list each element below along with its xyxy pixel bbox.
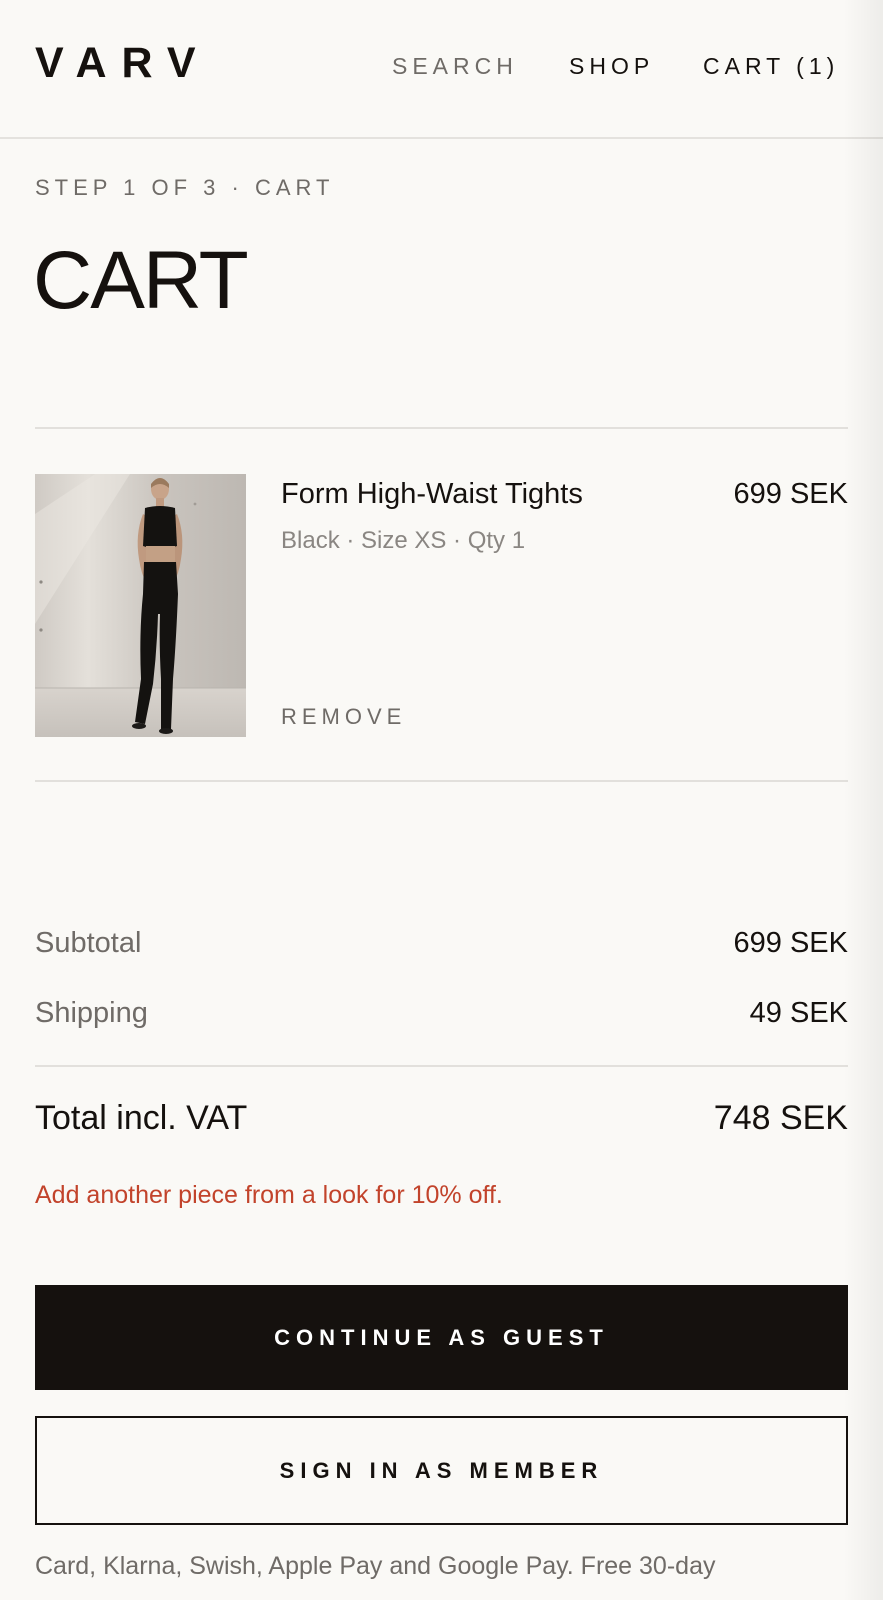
- divider: [35, 427, 848, 429]
- product-image[interactable]: [35, 474, 246, 737]
- nav-cart-link[interactable]: CART (1): [703, 55, 839, 78]
- edge-shadow: [843, 0, 883, 1600]
- cart-item-details: Black · Size XS · Qty 1: [281, 527, 526, 554]
- subtotal-label: Subtotal: [35, 927, 142, 959]
- nav-shop-link[interactable]: SHOP: [569, 55, 654, 78]
- checkout-step-indicator: STEP 1 OF 3 · CART: [35, 175, 335, 200]
- brand-logo[interactable]: VARV: [35, 42, 211, 85]
- cart-item-name[interactable]: Form High-Waist Tights: [281, 478, 583, 511]
- continue-as-guest-button[interactable]: CONTINUE AS GUEST: [35, 1285, 848, 1390]
- subtotal-value: 699 SEK: [733, 927, 848, 959]
- divider: [35, 1065, 848, 1067]
- promo-message: Add another piece from a look for 10% of…: [35, 1181, 503, 1209]
- total-value: 748 SEK: [713, 1099, 848, 1137]
- shipping-label: Shipping: [35, 997, 148, 1029]
- nav-search-link[interactable]: SEARCH: [392, 55, 518, 78]
- divider: [35, 780, 848, 782]
- sign-in-as-member-button[interactable]: SIGN IN AS MEMBER: [35, 1416, 848, 1525]
- page-title: CART: [33, 235, 249, 326]
- cart-item-price: 699 SEK: [733, 478, 848, 510]
- total-label: Total incl. VAT: [35, 1099, 248, 1137]
- site-header: VARV SEARCH SHOP CART (1): [0, 0, 883, 139]
- payment-methods-note: Card, Klarna, Swish, Apple Pay and Googl…: [35, 1552, 716, 1580]
- shipping-value: 49 SEK: [749, 997, 848, 1029]
- remove-item-button[interactable]: REMOVE: [281, 706, 406, 728]
